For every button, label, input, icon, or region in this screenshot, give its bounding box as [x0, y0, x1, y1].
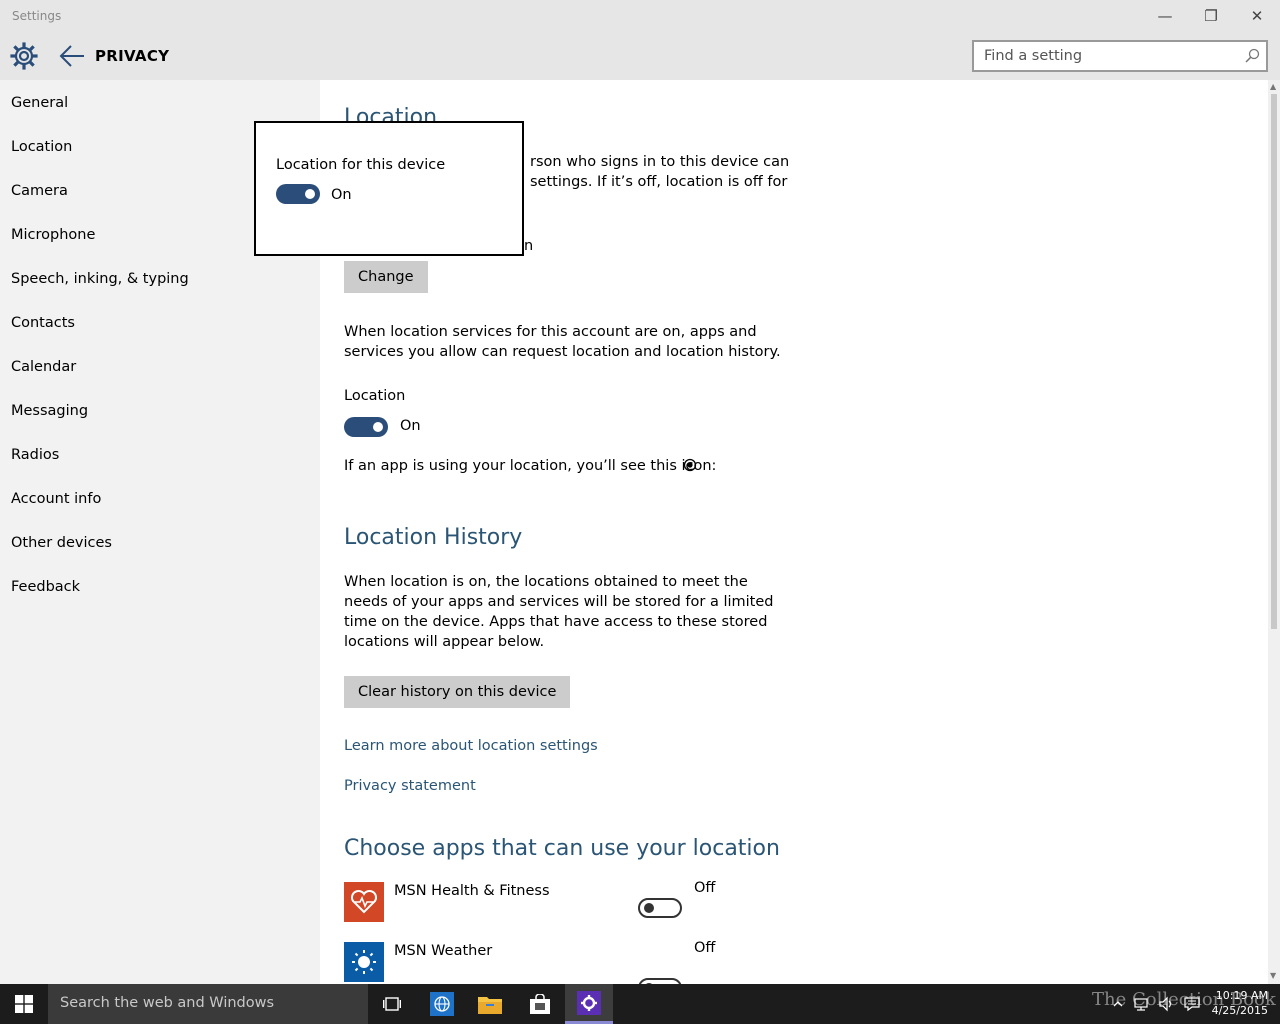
- app-name: MSN Weather: [394, 943, 493, 959]
- sidebar-item-radios[interactable]: Radios: [11, 447, 59, 463]
- icon-hint-text: If an app is using your location, you’ll…: [344, 458, 717, 474]
- gear-icon[interactable]: [9, 41, 39, 71]
- action-center-icon[interactable]: [1184, 996, 1200, 1012]
- device-location-toggle[interactable]: [276, 184, 320, 204]
- window-title: Settings: [12, 9, 62, 23]
- clock-time: 10:19 AM: [1215, 989, 1268, 1002]
- heart-icon: [344, 882, 384, 922]
- clock-date: 4/25/2015: [1211, 1004, 1268, 1017]
- restore-button[interactable]: ❐: [1188, 0, 1234, 32]
- volume-icon[interactable]: [1158, 996, 1174, 1012]
- taskbar: Search the web and Windows The Collectio…: [0, 984, 1280, 1024]
- location-in-use-icon: [683, 458, 697, 472]
- globe-icon: [430, 992, 454, 1016]
- gear-icon: [577, 990, 601, 1015]
- flyout-toggle-state: On: [331, 187, 352, 203]
- app-location-toggle[interactable]: [638, 898, 682, 918]
- section-title-choose-apps: Choose apps that can use your location: [344, 836, 780, 861]
- sidebar-item-microphone[interactable]: Microphone: [11, 227, 95, 243]
- location-toggle[interactable]: [344, 417, 388, 437]
- sidebar-item-contacts[interactable]: Contacts: [11, 315, 75, 331]
- folder-icon: [478, 997, 502, 1014]
- sun-icon: [344, 942, 384, 982]
- intro-text-line3: n: [524, 238, 534, 254]
- vertical-scrollbar[interactable]: ▲ ▼: [1268, 80, 1280, 984]
- taskbar-search-box[interactable]: Search the web and Windows: [48, 984, 368, 1024]
- sidebar-item-speech[interactable]: Speech, inking, & typing: [11, 271, 189, 287]
- settings-taskbar-icon[interactable]: [565, 984, 613, 1024]
- toggle-knob: [644, 903, 654, 913]
- task-view-icon[interactable]: [368, 984, 416, 1024]
- sidebar-item-camera[interactable]: Camera: [11, 183, 68, 199]
- scroll-up-icon[interactable]: ▲: [1270, 82, 1276, 91]
- search-icon[interactable]: [1244, 48, 1260, 64]
- sidebar-item-feedback[interactable]: Feedback: [11, 579, 80, 595]
- scroll-down-icon[interactable]: ▼: [1270, 971, 1276, 980]
- change-button[interactable]: Change: [344, 261, 428, 293]
- network-icon[interactable]: [1134, 996, 1150, 1012]
- flyout-label: Location for this device: [276, 157, 446, 173]
- location-label: Location: [344, 388, 406, 404]
- chevron-up-icon[interactable]: [1110, 996, 1126, 1012]
- clear-history-button[interactable]: Clear history on this device: [344, 676, 571, 708]
- intro-text-line1: rson who signs in to this device can: [530, 154, 790, 170]
- back-arrow-icon[interactable]: [58, 43, 86, 69]
- search-box[interactable]: [972, 40, 1268, 72]
- learn-more-link[interactable]: Learn more about location settings: [344, 738, 598, 754]
- toggle-knob: [305, 189, 315, 199]
- location-toggle-state: On: [400, 418, 421, 434]
- app-toggle-state: Off: [694, 940, 716, 956]
- sidebar-item-calendar[interactable]: Calendar: [11, 359, 76, 375]
- taskbar-clock[interactable]: 10:19 AM 4/25/2015: [1206, 988, 1268, 1018]
- search-input[interactable]: [974, 42, 1224, 70]
- intro-text-line2: settings. If it’s off, location is off f…: [530, 174, 788, 190]
- history-text: When location is on, the locations obtai…: [344, 574, 774, 650]
- task-view-glyph: [383, 997, 401, 1011]
- section-title-history: Location History: [344, 525, 523, 550]
- file-explorer-icon[interactable]: [466, 984, 514, 1024]
- minimize-button[interactable]: —: [1142, 0, 1188, 32]
- app-toggle-state: Off: [694, 880, 716, 896]
- location-device-flyout: Location for this device On: [254, 121, 524, 256]
- shopping-bag-icon: [530, 994, 550, 1014]
- windows-logo-icon: [15, 995, 33, 1013]
- close-button[interactable]: ✕: [1234, 0, 1280, 32]
- windows-start-icon[interactable]: [0, 984, 48, 1024]
- sidebar-item-other-devices[interactable]: Other devices: [11, 535, 112, 551]
- title-bar: Settings — ❐ ✕: [0, 0, 1280, 32]
- sidebar-item-account-info[interactable]: Account info: [11, 491, 101, 507]
- page-title: PRIVACY: [95, 47, 170, 65]
- toggle-knob: [373, 422, 383, 432]
- account-location-text: When location services for this account …: [344, 324, 781, 360]
- store-icon[interactable]: [516, 984, 564, 1024]
- settings-header: PRIVACY: [0, 32, 1280, 80]
- scroll-thumb[interactable]: [1271, 94, 1277, 629]
- sidebar-item-location[interactable]: Location: [11, 139, 72, 155]
- privacy-statement-link[interactable]: Privacy statement: [344, 778, 476, 794]
- sidebar-item-general[interactable]: General: [11, 95, 68, 111]
- browser-icon[interactable]: [418, 984, 466, 1024]
- sidebar-item-messaging[interactable]: Messaging: [11, 403, 88, 419]
- app-name: MSN Health & Fitness: [394, 883, 550, 899]
